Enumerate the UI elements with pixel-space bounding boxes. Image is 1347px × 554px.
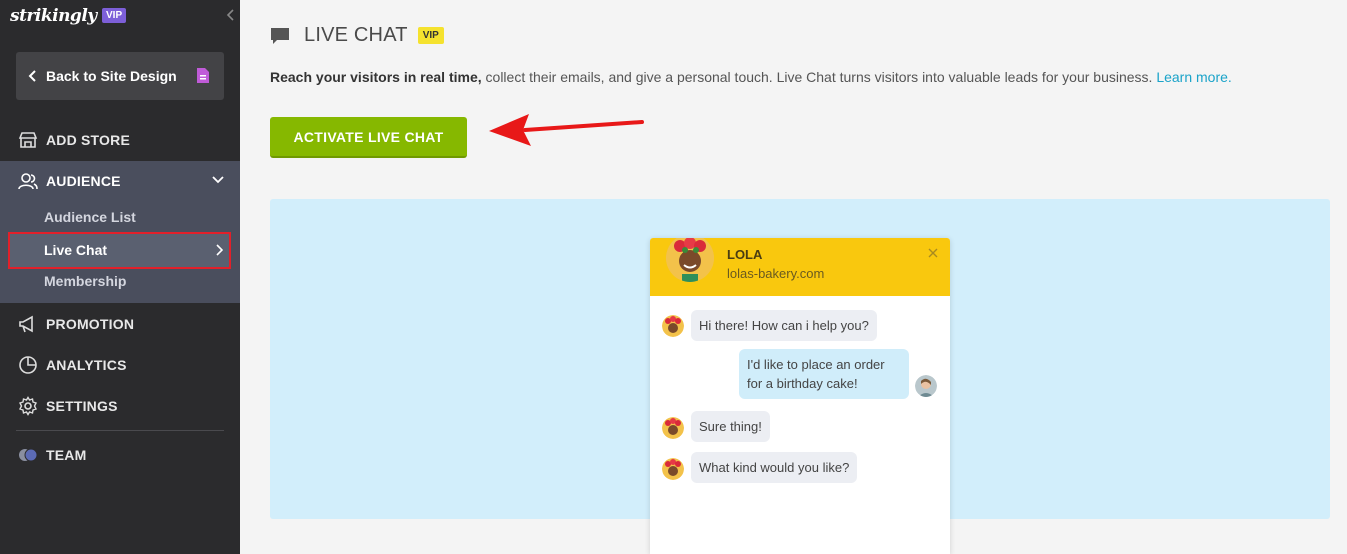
nav-add-store[interactable]: ADD STORE: [0, 120, 240, 160]
page-icon: [197, 68, 209, 83]
nav-audience-list[interactable]: Audience List: [44, 209, 136, 225]
lola-avatar-small: [662, 458, 684, 480]
visitor-message-line2: for a birthday cake!: [747, 376, 858, 391]
chat-bubble-icon: [271, 27, 289, 44]
lola-avatar-small: [662, 417, 684, 439]
chat-message: Hi there! How can i help you?: [691, 310, 877, 341]
lola-avatar: [666, 238, 714, 282]
description-text: collect their emails, and give a persona…: [481, 69, 1157, 85]
chat-message: What kind would you like?: [691, 452, 858, 483]
audience-icon: [18, 173, 38, 190]
nav-promotion-label: PROMOTION: [46, 316, 135, 332]
close-icon[interactable]: [928, 248, 938, 258]
nav-membership[interactable]: Membership: [44, 273, 126, 289]
nav-settings-label: SETTINGS: [46, 398, 118, 414]
nav-live-chat-label: Live Chat: [44, 242, 108, 258]
pie-chart-icon: [19, 356, 37, 374]
nav-analytics-label: ANALYTICS: [46, 357, 127, 373]
activate-live-chat-button[interactable]: ACTIVATE LIVE CHAT: [270, 117, 467, 158]
nav-add-store-label: ADD STORE: [46, 132, 130, 148]
learn-more-link[interactable]: Learn more.: [1156, 69, 1231, 85]
chevron-down-icon[interactable]: [212, 175, 224, 185]
visitor-avatar: [915, 375, 937, 397]
nav-audience[interactable]: AUDIENCE: [0, 161, 240, 201]
sidebar-divider: [16, 430, 224, 431]
chat-site-url: lolas-bakery.com: [727, 266, 825, 281]
chat-widget-header: LOLA lolas-bakery.com: [650, 238, 950, 296]
nav-promotion[interactable]: PROMOTION: [0, 304, 240, 344]
vip-badge: VIP: [417, 27, 444, 44]
sidebar: strikingly VIP Back to Site Design ADD S…: [0, 0, 240, 554]
nav-team[interactable]: TEAM: [0, 435, 240, 475]
megaphone-icon: [19, 315, 33, 333]
page-title: LIVE CHAT: [304, 24, 408, 46]
description-bold: Reach your visitors in real time,: [270, 69, 482, 85]
chat-widget-preview: LOLA lolas-bakery.com Hi there! How can …: [650, 238, 950, 554]
main-content: LIVE CHAT VIP Reach your visitors in rea…: [240, 0, 1347, 554]
red-arrow-annotation: [489, 114, 644, 146]
back-button-label: Back to Site Design: [46, 68, 177, 84]
team-avatars-icon: [19, 448, 38, 462]
logo-row: strikingly VIP: [10, 6, 238, 28]
strikingly-logo[interactable]: strikingly: [10, 6, 97, 26]
vip-badge: VIP: [102, 8, 127, 23]
collapse-sidebar-icon[interactable]: [226, 8, 236, 22]
gear-icon: [19, 396, 37, 416]
nav-audience-label: AUDIENCE: [46, 173, 121, 189]
lola-avatar-small: [662, 315, 684, 337]
nav-team-label: TEAM: [46, 447, 87, 463]
visitor-message-line1: I'd like to place an order: [747, 357, 885, 372]
page-header: LIVE CHAT VIP: [270, 24, 444, 47]
back-to-site-design-button[interactable]: Back to Site Design: [16, 52, 224, 100]
chat-message-visitor: I'd like to place an order for a birthda…: [739, 349, 909, 399]
nav-live-chat[interactable]: Live Chat: [8, 232, 231, 269]
store-icon: [18, 132, 38, 148]
chat-message: Sure thing!: [691, 411, 770, 442]
chat-agent-name: LOLA: [727, 247, 763, 262]
nav-analytics[interactable]: ANALYTICS: [0, 345, 240, 385]
chevron-left-icon: [28, 70, 36, 82]
nav-settings[interactable]: SETTINGS: [0, 386, 240, 426]
description: Reach your visitors in real time, collec…: [270, 69, 1330, 85]
chevron-right-icon: [216, 244, 223, 256]
